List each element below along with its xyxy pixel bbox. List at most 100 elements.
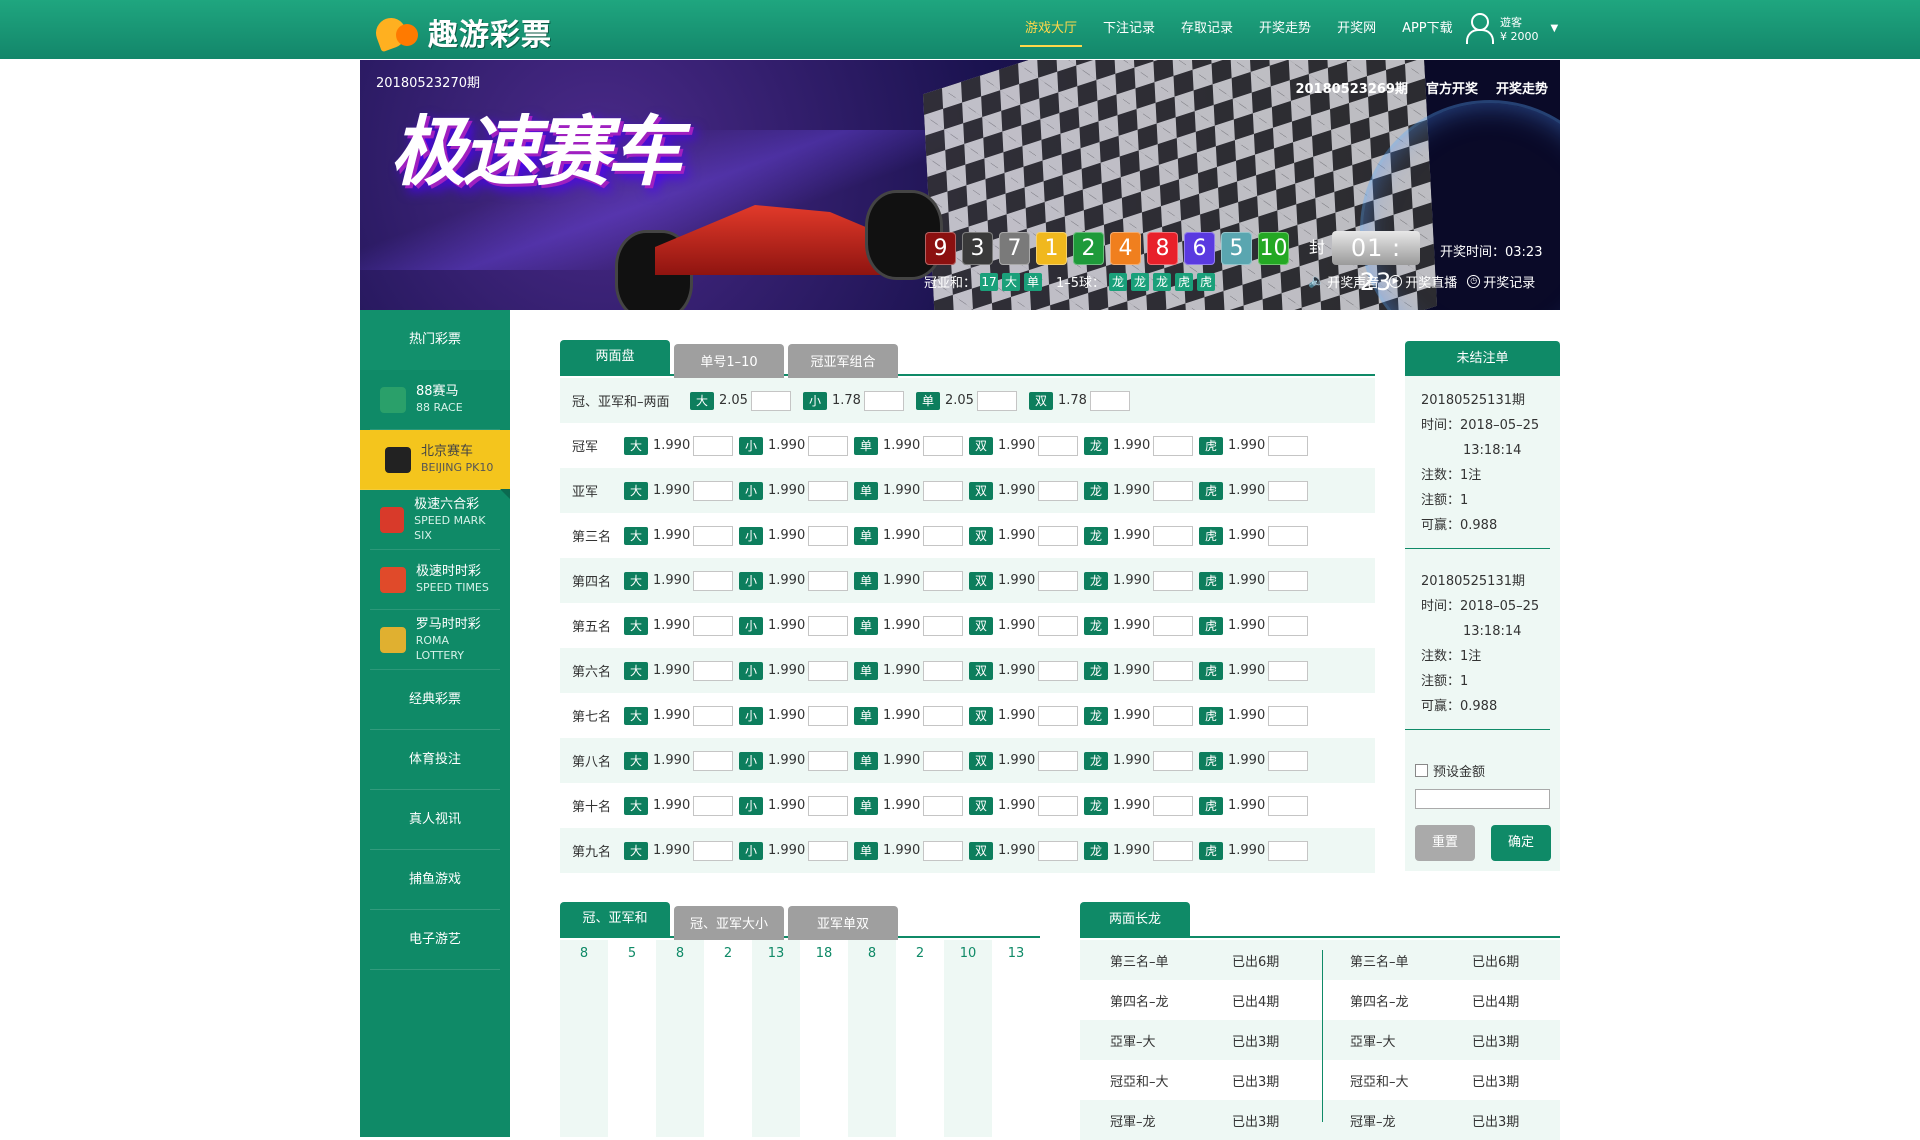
bet-amount-input[interactable] (693, 750, 733, 771)
sidebar-game-item[interactable]: 极速时时彩 SPEED TIMES (370, 550, 500, 610)
bet-tag[interactable]: 单 (854, 661, 878, 680)
draw-live-button[interactable]: ▶ 开奖直播 (1389, 272, 1457, 291)
bet-amount-input[interactable] (1268, 525, 1308, 546)
bet-amount-input[interactable] (693, 705, 733, 726)
bet-amount-input[interactable] (1153, 840, 1193, 861)
bet-tag[interactable]: 大 (624, 481, 648, 500)
bet-amount-input[interactable] (1038, 570, 1078, 591)
bet-amount-input[interactable] (1153, 705, 1193, 726)
bet-amount-input[interactable] (808, 705, 848, 726)
bet-amount-input[interactable] (693, 660, 733, 681)
bet-tag[interactable]: 双 (969, 841, 993, 860)
bet-tag[interactable]: 大 (624, 436, 648, 455)
bet-tag[interactable]: 双 (969, 751, 993, 770)
bet-amount-input[interactable] (808, 525, 848, 546)
bet-tag[interactable]: 小 (739, 751, 763, 770)
bet-amount-input[interactable] (1038, 750, 1078, 771)
bet-tag[interactable]: 龙 (1084, 616, 1108, 635)
bet-tag[interactable]: 小 (739, 436, 763, 455)
bet-amount-input[interactable] (1153, 795, 1193, 816)
bet-amount-input[interactable] (808, 840, 848, 861)
bet-tag[interactable]: 单 (854, 796, 878, 815)
category-classic[interactable]: 经典彩票 (370, 670, 500, 730)
tab-single-number[interactable]: 单号1–10 (674, 344, 784, 378)
category-live[interactable]: 真人视讯 (370, 790, 500, 850)
bet-amount-input[interactable] (1038, 480, 1078, 501)
tab-sum-size[interactable]: 冠、亚军大小 (674, 906, 784, 940)
nav-draw-trend[interactable]: 开奖走势 (1246, 0, 1324, 59)
bet-amount-input[interactable] (1268, 750, 1308, 771)
sidebar-game-item[interactable]: 北京赛车 BEIJING PK10 (360, 430, 510, 499)
bet-amount-input[interactable] (923, 525, 963, 546)
bet-amount-input[interactable] (923, 480, 963, 501)
bet-amount-input[interactable] (1153, 615, 1193, 636)
bet-amount-input[interactable] (1268, 660, 1308, 681)
bet-amount-input[interactable] (1268, 480, 1308, 501)
bet-tag[interactable]: 虎 (1199, 661, 1223, 680)
bet-amount-input[interactable] (1153, 660, 1193, 681)
bet-amount-input[interactable] (1090, 390, 1130, 411)
draw-history-button[interactable]: ◷ 开奖记录 (1467, 272, 1535, 291)
bet-tag[interactable]: 单 (854, 436, 878, 455)
confirm-button[interactable]: 确定 (1491, 825, 1551, 861)
tab-combo[interactable]: 冠亚军组合 (788, 344, 898, 378)
bet-amount-input[interactable] (808, 480, 848, 501)
bet-amount-input[interactable] (923, 750, 963, 771)
bet-tag[interactable]: 大 (624, 571, 648, 590)
bet-tag[interactable]: 单 (854, 526, 878, 545)
bet-amount-input[interactable] (1038, 660, 1078, 681)
tab-sum[interactable]: 冠、亚军和 (560, 902, 670, 936)
bet-amount-input[interactable] (923, 435, 963, 456)
bet-amount-input[interactable] (977, 390, 1017, 411)
bet-tag[interactable]: 小 (739, 841, 763, 860)
bet-tag[interactable]: 双 (969, 526, 993, 545)
nav-bet-records[interactable]: 下注记录 (1090, 0, 1168, 59)
bet-tag[interactable]: 龙 (1084, 796, 1108, 815)
bet-tag[interactable]: 龙 (1084, 436, 1108, 455)
bet-amount-input[interactable] (1268, 795, 1308, 816)
bet-tag[interactable]: 龙 (1084, 706, 1108, 725)
bet-amount-input[interactable] (1153, 435, 1193, 456)
nav-deposit-records[interactable]: 存取记录 (1168, 0, 1246, 59)
category-fishing[interactable]: 捕鱼游戏 (370, 850, 500, 910)
bet-tag[interactable]: 双 (1029, 391, 1053, 410)
bet-tag[interactable]: 单 (916, 391, 940, 410)
bet-tag[interactable]: 小 (803, 391, 827, 410)
bet-amount-input[interactable] (864, 390, 904, 411)
bet-amount-input[interactable] (1268, 570, 1308, 591)
bet-tag[interactable]: 虎 (1199, 751, 1223, 770)
bet-tag[interactable]: 虎 (1199, 796, 1223, 815)
bet-tag[interactable]: 大 (690, 391, 714, 410)
bet-tag[interactable]: 小 (739, 706, 763, 725)
bet-tag[interactable]: 大 (624, 616, 648, 635)
bet-tag[interactable]: 虎 (1199, 571, 1223, 590)
bet-amount-input[interactable] (1268, 435, 1308, 456)
bet-amount-input[interactable] (693, 480, 733, 501)
bet-tag[interactable]: 小 (739, 661, 763, 680)
bet-amount-input[interactable] (808, 615, 848, 636)
bet-tag[interactable]: 小 (739, 571, 763, 590)
sidebar-game-item[interactable]: 罗马时时彩 ROMA LOTTERY (370, 610, 500, 670)
category-slots[interactable]: 电子游艺 (370, 910, 500, 970)
nav-game-hall[interactable]: 游戏大厅 (1012, 0, 1090, 59)
bet-amount-input[interactable] (1268, 705, 1308, 726)
bet-tag[interactable]: 单 (854, 571, 878, 590)
sidebar-game-item[interactable]: 极速六合彩 SPEED MARK SIX (370, 490, 500, 550)
bet-amount-input[interactable] (923, 570, 963, 591)
bet-amount-input[interactable] (693, 615, 733, 636)
bet-tag[interactable]: 大 (624, 526, 648, 545)
bet-tag[interactable]: 小 (739, 481, 763, 500)
bet-tag[interactable]: 大 (624, 796, 648, 815)
bet-tag[interactable]: 单 (854, 706, 878, 725)
bet-tag[interactable]: 小 (739, 616, 763, 635)
draw-sound-button[interactable]: 🔈 开奖声音 (1308, 272, 1379, 291)
bet-amount-input[interactable] (923, 840, 963, 861)
bet-tag[interactable]: 双 (969, 661, 993, 680)
long-dragon-tab[interactable]: 两面长龙 (1080, 902, 1190, 938)
preset-amount[interactable]: 预设金额 (1415, 761, 1485, 780)
bet-tag[interactable]: 单 (854, 841, 878, 860)
tab-second-parity[interactable]: 亚军单双 (788, 906, 898, 940)
bet-tag[interactable]: 单 (854, 481, 878, 500)
official-draw-link[interactable]: 官方开奖 (1426, 78, 1478, 97)
nav-draw-site[interactable]: 开奖网 (1324, 0, 1389, 59)
